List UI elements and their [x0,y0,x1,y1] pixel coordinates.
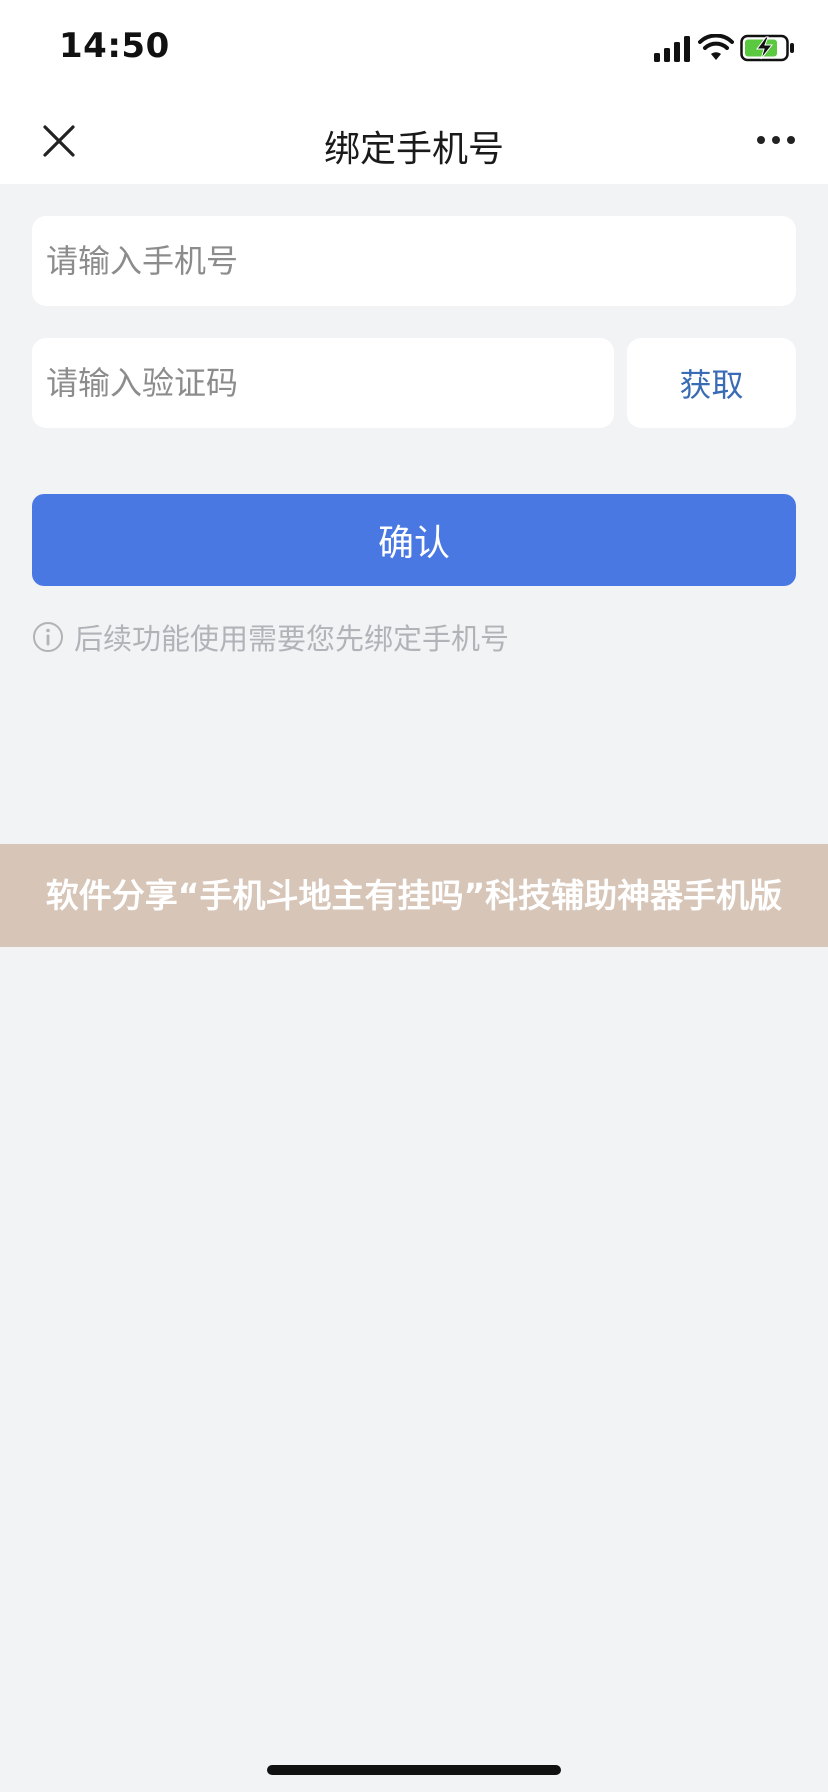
status-time: 14:50 [59,26,170,66]
banner-text: 软件分享“手机斗地主有挂吗”科技辅助神器手机版 [45,875,783,915]
page-title: 绑定手机号 [323,129,504,170]
status-bar: 14:50 [0,0,828,100]
code-field-container [32,338,614,428]
more-icon [757,136,795,144]
phone-field-container [32,216,796,306]
hint-text: 后续功能使用需要您先绑定手机号 [74,622,510,656]
more-button[interactable] [752,120,800,160]
hint: 后续功能使用需要您先绑定手机号 [32,616,509,658]
info-icon [33,622,63,652]
verification-code-input[interactable] [32,338,614,428]
nav-bar: 绑定手机号 [0,100,828,184]
battery-charging-icon [740,34,794,62]
phone-input[interactable] [32,216,796,306]
confirm-button[interactable]: 确认 [32,494,796,586]
get-code-button[interactable]: 获取 [627,338,796,428]
overlay-banner: 软件分享“手机斗地主有挂吗”科技辅助神器手机版 [0,844,828,947]
cellular-signal-icon [654,36,690,62]
home-indicator [267,1765,561,1775]
wifi-icon [698,34,734,60]
